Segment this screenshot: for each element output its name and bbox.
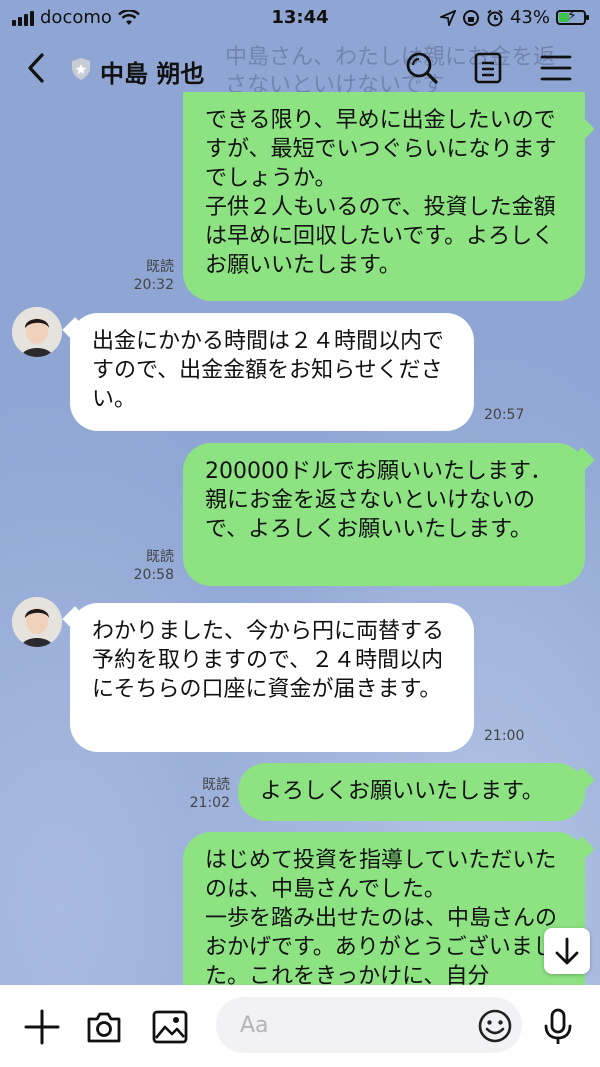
menu-icon[interactable] bbox=[538, 50, 574, 86]
status-right: 43% ⚡ bbox=[439, 7, 589, 28]
emoji-icon[interactable] bbox=[475, 1006, 515, 1046]
avatar[interactable] bbox=[12, 597, 62, 647]
search-icon[interactable] bbox=[404, 50, 440, 86]
battery-icon: ⚡ bbox=[556, 8, 589, 25]
scroll-to-bottom-button[interactable] bbox=[544, 928, 590, 974]
plus-icon[interactable] bbox=[22, 1007, 62, 1047]
arrow-down-icon bbox=[555, 937, 579, 965]
avatar-photo bbox=[12, 307, 62, 357]
avatar-photo bbox=[12, 597, 62, 647]
camera-icon[interactable] bbox=[84, 1007, 124, 1047]
location-icon bbox=[439, 9, 456, 26]
image-icon[interactable] bbox=[150, 1007, 190, 1047]
shield-icon bbox=[72, 58, 90, 80]
read-receipt: 既読 20:58 bbox=[133, 549, 174, 583]
outgoing-message[interactable]: よろしくお願いいたします。 bbox=[238, 763, 585, 821]
message-time: 20:57 bbox=[484, 407, 525, 423]
message-time: 21:00 bbox=[484, 728, 525, 744]
outgoing-message[interactable]: 200000ドルでお願いいたします．親にお金を返さないといけないので、よろしくお… bbox=[183, 443, 585, 586]
incoming-message[interactable]: わかりました、今から円に両替する予約を取りますので、２４時間以内にそちらの口座に… bbox=[70, 603, 474, 752]
outgoing-message[interactable]: できる限り、早めに出金したいのですが、最短でいつぐらいになりますでしょうか。 子… bbox=[183, 92, 585, 301]
microphone-icon[interactable] bbox=[538, 1007, 578, 1047]
alarm-icon bbox=[487, 9, 503, 26]
charging-bolt-icon: ⚡ bbox=[567, 8, 577, 24]
battery-percent: 43% bbox=[509, 7, 550, 28]
read-receipt: 既読 21:02 bbox=[189, 777, 230, 811]
back-button[interactable] bbox=[20, 50, 54, 86]
status-bar: docomo 13:44 43% ⚡ bbox=[0, 0, 600, 36]
avatar[interactable] bbox=[12, 307, 62, 357]
read-receipt: 既読 20:32 bbox=[133, 259, 174, 293]
chat-title[interactable]: 中島 朔也 bbox=[100, 54, 204, 89]
message-input-bar bbox=[0, 985, 600, 1067]
notes-icon[interactable] bbox=[470, 50, 506, 86]
incoming-message[interactable]: 出金にかかる時間は２４時間以内ですので、出金金額をお知らせください。 bbox=[70, 313, 474, 431]
rotation-lock-icon bbox=[462, 9, 479, 26]
